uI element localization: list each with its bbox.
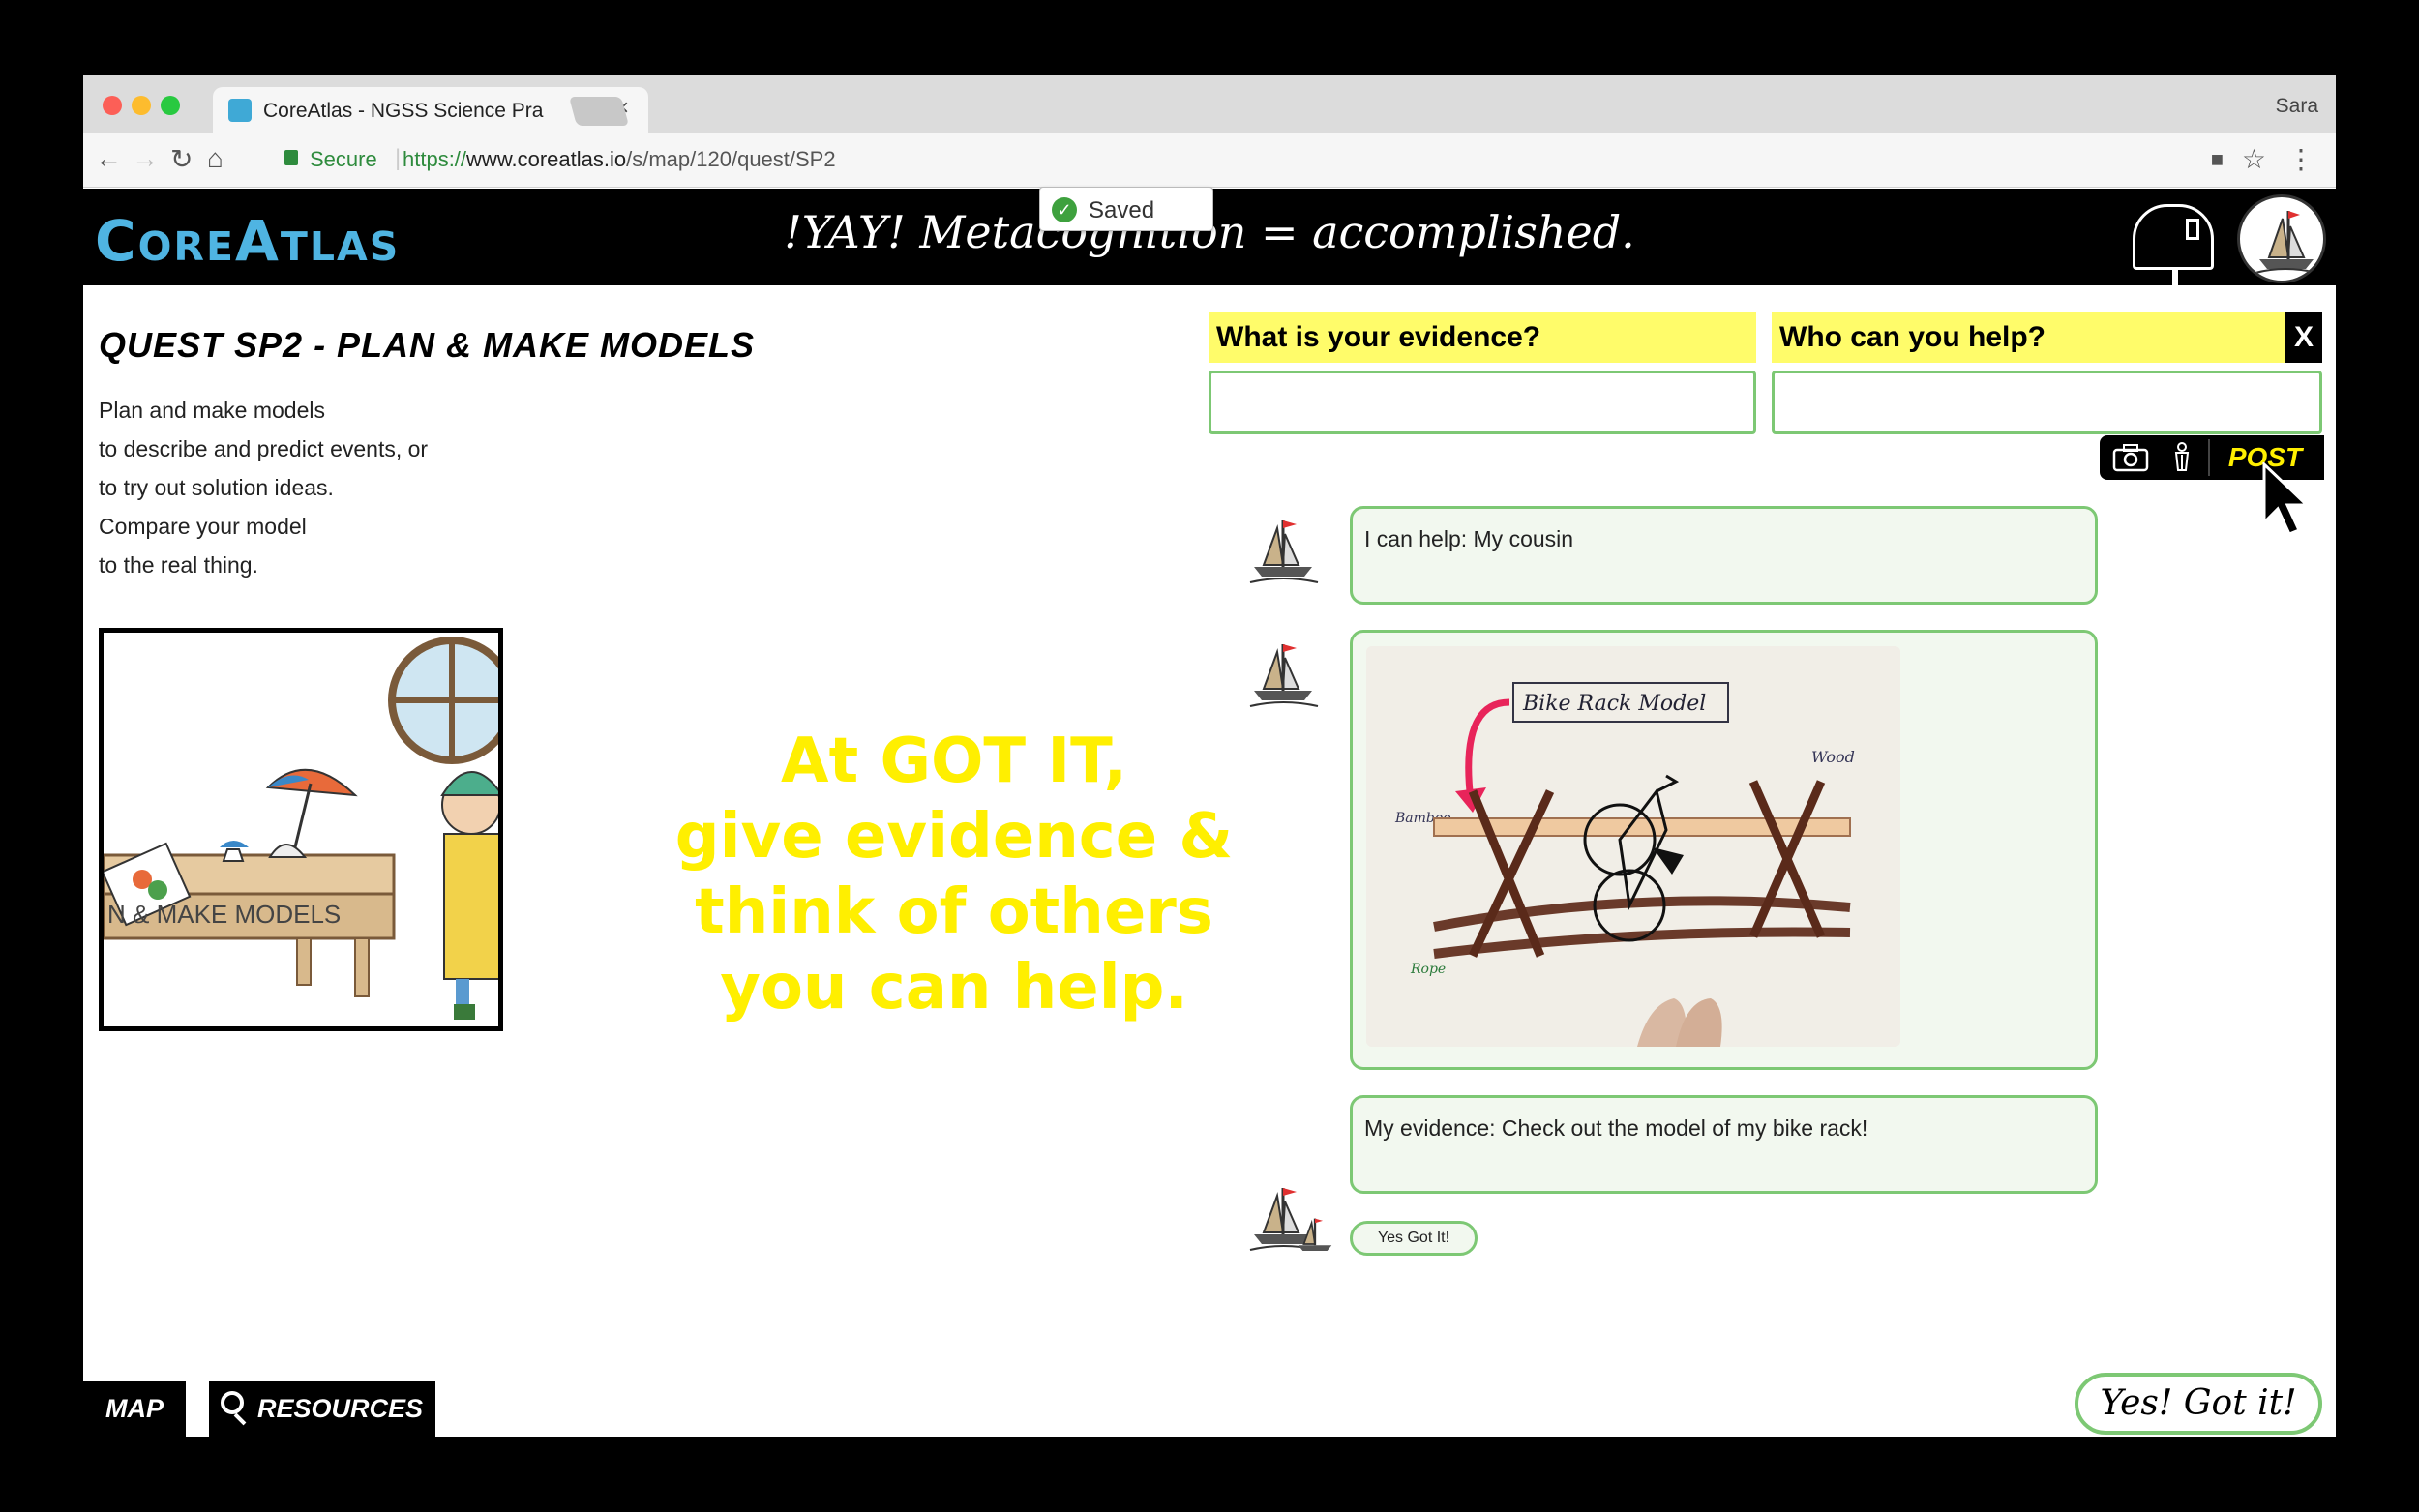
description-line: to try out solution ideas. (99, 475, 334, 500)
photo-post-bubble: Bike Rack Model Wood Bamboo Rope (1350, 630, 2098, 1070)
bike-rack-photo[interactable]: Bike Rack Model Wood Bamboo Rope (1366, 646, 1900, 1047)
photo-wood-label: Wood (1811, 748, 1855, 766)
back-arrow-icon[interactable]: ← (95, 143, 122, 174)
new-tab-button[interactable] (568, 97, 630, 126)
minimize-window-button[interactable] (132, 96, 151, 115)
map-tab[interactable]: MAP (83, 1381, 186, 1437)
user-avatar[interactable] (2237, 194, 2326, 283)
close-button[interactable]: X (2285, 312, 2322, 363)
evidence-post-text: My evidence: Check out the model of my b… (1364, 1115, 1868, 1141)
search-icon (221, 1391, 244, 1414)
help-post-bubble: I can help: My cousin (1350, 506, 2098, 605)
resources-label: RESOURCES (257, 1394, 424, 1423)
ship-avatar-icon (1298, 1218, 1332, 1251)
camera-icon[interactable] (2111, 443, 2150, 472)
camera-glyph (2112, 444, 2149, 472)
ship-avatar-icon (1249, 644, 1319, 707)
profile-name[interactable]: Sara (2276, 95, 2318, 118)
mailbox-flag-icon (2186, 219, 2199, 240)
mouse-cursor-icon (2262, 462, 2311, 536)
overlay-line: think of others (695, 876, 1213, 948)
saved-toast: ✓ Saved (1039, 187, 1213, 231)
mailbox-icon[interactable] (2133, 204, 2214, 292)
secure-label: Secure (310, 147, 377, 171)
check-icon: ✓ (1052, 197, 1077, 222)
lock-icon (284, 150, 298, 165)
evidence-input[interactable] (1209, 371, 1756, 434)
browser-window: CoreAtlas - NGSS Science Pra × Sara ← → … (83, 75, 2336, 1437)
address-bar[interactable]: https://www.coreatlas.io/s/map/120/quest… (403, 147, 836, 172)
overlay-line: give evidence & (674, 801, 1234, 873)
tab-strip: CoreAtlas - NGSS Science Pra × Sara (83, 75, 2336, 133)
bookmark-star-icon[interactable]: ☆ (2242, 143, 2266, 175)
description-line: Compare your model (99, 514, 307, 539)
quest-illustration: N & MAKE MODELS (99, 628, 503, 1031)
quest-title: QUEST SP2 - PLAN & MAKE MODELS (99, 325, 756, 365)
quest-description: Plan and make models to describe and pre… (99, 391, 428, 584)
quest-cartoon: N & MAKE MODELS (104, 633, 498, 1026)
home-icon[interactable]: ⌂ (207, 143, 224, 174)
url-host: www.coreatlas.io (466, 147, 627, 171)
photo-rope-label: Rope (1410, 962, 1446, 977)
resources-tab[interactable]: RESOURCES (209, 1381, 435, 1437)
ship-avatar-icon (2255, 211, 2318, 274)
evidence-prompt: What is your evidence? (1209, 312, 1756, 363)
maximize-window-button[interactable] (161, 96, 180, 115)
pen-glyph (2174, 442, 2190, 471)
tab-title: CoreAtlas - NGSS Science Pra (263, 100, 544, 122)
instruction-overlay: At GOT IT, give evidence & think of othe… (654, 724, 1254, 1025)
help-prompt: Who can you help? (1772, 312, 2285, 363)
evidence-post-bubble: My evidence: Check out the model of my b… (1350, 1095, 2098, 1194)
help-post-text: I can help: My cousin (1364, 526, 1574, 551)
ship-avatar-icon (1249, 520, 1319, 583)
browser-toolbar: ← → ↻ ⌂ Secure | https://www.coreatlas.i… (83, 133, 2336, 188)
saved-label: Saved (1089, 197, 1155, 223)
overlay-line: you can help. (720, 952, 1188, 1023)
help-input[interactable] (1772, 371, 2322, 434)
got-it-button[interactable]: Yes! Got it! (2075, 1373, 2322, 1435)
got-it-chip: Yes Got It! (1350, 1221, 1478, 1256)
reload-icon[interactable]: ↻ (170, 143, 193, 175)
photo-title-label: Bike Rack Model (1522, 692, 1706, 716)
description-line: Plan and make models (99, 398, 325, 423)
forward-arrow-icon[interactable]: → (132, 143, 159, 174)
favicon-icon (228, 99, 252, 122)
menu-dots-icon[interactable]: ⋮ (2287, 143, 2314, 175)
url-path: /s/map/120/quest/SP2 (626, 147, 836, 171)
overlay-line: At GOT IT, (781, 726, 1127, 797)
mailbox-post (2172, 269, 2178, 292)
url-separator: | (395, 145, 402, 171)
camera-icon[interactable]: ■ (2211, 147, 2224, 172)
bike-rack-drawing: Bike Rack Model Wood Bamboo Rope (1366, 646, 1900, 1047)
url-scheme: https:// (403, 147, 467, 171)
description-line: to describe and predict events, or (99, 436, 429, 461)
close-window-button[interactable] (103, 96, 122, 115)
illustration-caption: N & MAKE MODELS (107, 900, 341, 929)
pen-icon[interactable] (2167, 441, 2196, 474)
description-line: to the real thing. (99, 552, 258, 578)
